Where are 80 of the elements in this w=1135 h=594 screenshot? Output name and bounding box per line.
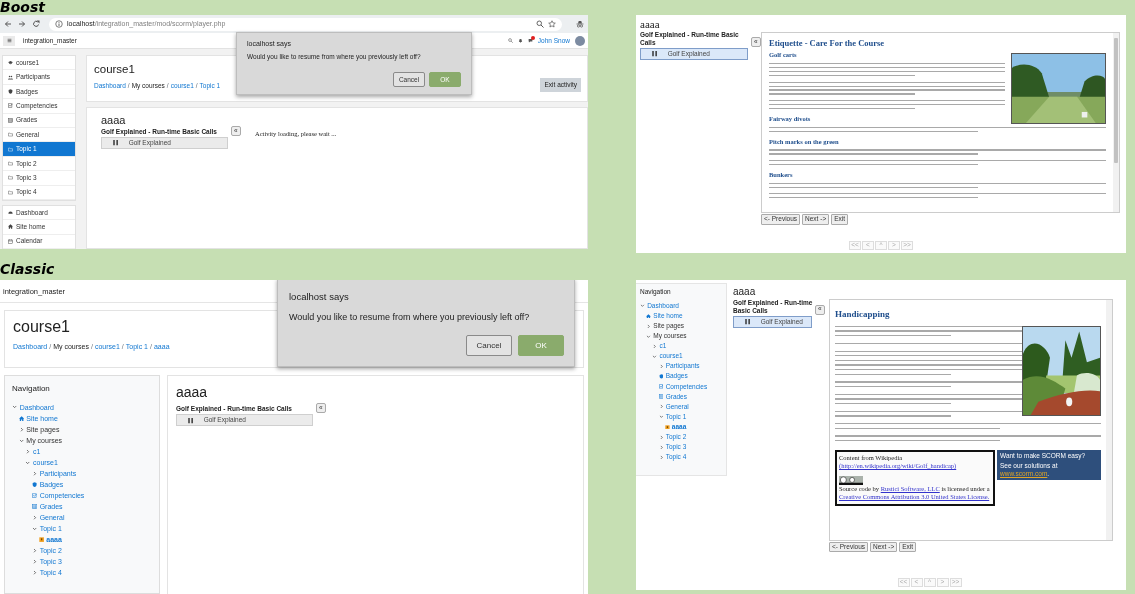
bell-icon[interactable]: [517, 38, 523, 43]
graduation-cap-icon: [8, 60, 13, 66]
star-icon[interactable]: [548, 20, 556, 28]
chevron-right-icon[interactable]: [658, 363, 664, 369]
activity-title: aaaa: [176, 385, 209, 401]
avatar[interactable]: [575, 35, 585, 46]
license-badge-icon[interactable]: [839, 475, 863, 485]
shield-icon: [658, 374, 664, 379]
caption: Boost: [0, 0, 45, 15]
magnifier-icon[interactable]: [536, 20, 544, 28]
pause-icon: [650, 50, 658, 58]
pause-icon: [743, 318, 751, 326]
activity-title: aaaa: [733, 286, 757, 297]
pause-icon: [111, 139, 119, 147]
cancel-button[interactable]: Cancel: [466, 335, 512, 356]
checkbox-icon: [8, 103, 13, 109]
chevron-right-icon[interactable]: [658, 444, 664, 450]
shield-icon: [8, 88, 13, 94]
chevron-right-icon[interactable]: [646, 323, 652, 329]
content-heading: Handicapping: [835, 309, 891, 320]
home-icon: [646, 313, 652, 319]
table-icon: [658, 394, 664, 400]
chevron-right-icon[interactable]: [31, 470, 38, 476]
activity-title: aaaa: [640, 18, 661, 31]
gauge-icon: [8, 210, 13, 216]
chevron-right-icon[interactable]: [31, 570, 38, 576]
ok-button[interactable]: OK: [518, 335, 564, 356]
chevron-right-icon[interactable]: [31, 559, 38, 565]
chevron-down-icon[interactable]: [12, 404, 18, 410]
chat-icon[interactable]: [527, 38, 533, 43]
table-icon: [8, 117, 13, 123]
folder-icon: [8, 160, 13, 166]
table-icon: [31, 503, 38, 510]
chevron-right-icon[interactable]: [31, 514, 38, 521]
package-icon: [38, 537, 44, 543]
content-heading: Etiquette - Care For the Course: [769, 38, 886, 49]
users-icon: [8, 74, 13, 80]
search-icon[interactable]: [507, 38, 513, 43]
chevron-right-icon[interactable]: [658, 404, 664, 410]
checkbox-icon: [31, 492, 38, 499]
folder-icon: [8, 175, 13, 181]
reload-icon[interactable]: [32, 20, 40, 28]
forward-icon[interactable]: [18, 20, 26, 28]
dialog-title: localhost says: [289, 291, 350, 303]
course-title: course1: [94, 63, 135, 76]
folder-icon: [8, 132, 13, 138]
menu-icon: [6, 38, 12, 43]
chevron-down-icon[interactable]: [31, 526, 38, 532]
menu-button[interactable]: [3, 35, 15, 46]
chevron-down-icon[interactable]: [652, 353, 658, 359]
chevron-down-icon[interactable]: [646, 333, 652, 339]
chevron-right-icon[interactable]: [658, 454, 664, 460]
chevron-right-icon[interactable]: [18, 426, 24, 432]
caption: Classic: [0, 262, 55, 279]
chevron-down-icon[interactable]: [25, 459, 31, 465]
home-icon: [8, 224, 13, 230]
chevron-down-icon[interactable]: [18, 437, 24, 443]
activity-title: aaaa: [101, 114, 127, 127]
pause-icon: [186, 416, 194, 424]
chevron-right-icon[interactable]: [652, 343, 658, 349]
course-title: course1: [13, 318, 70, 336]
hat-and-glasses-icon[interactable]: [576, 20, 584, 28]
chevron-right-icon[interactable]: [658, 434, 664, 440]
home-icon: [18, 415, 24, 421]
scrollbar[interactable]: [1106, 300, 1112, 540]
folder-icon: [8, 146, 13, 152]
calendar-icon: [8, 238, 13, 244]
back-icon[interactable]: [4, 20, 12, 28]
chevron-right-icon[interactable]: [25, 448, 31, 454]
checkbox-icon: [658, 384, 664, 390]
package-icon: [664, 424, 670, 430]
chevron-down-icon[interactable]: [640, 303, 645, 309]
dialog-message: Would you like to resume from where you previously left off?: [289, 312, 531, 324]
info-icon[interactable]: [55, 20, 63, 28]
block-title: Navigation: [12, 384, 51, 394]
folder-icon: [8, 189, 13, 195]
scrollbar[interactable]: [1113, 33, 1119, 213]
chevron-right-icon[interactable]: [31, 548, 38, 554]
chevron-down-icon[interactable]: [658, 414, 664, 420]
shield-icon: [31, 481, 38, 488]
